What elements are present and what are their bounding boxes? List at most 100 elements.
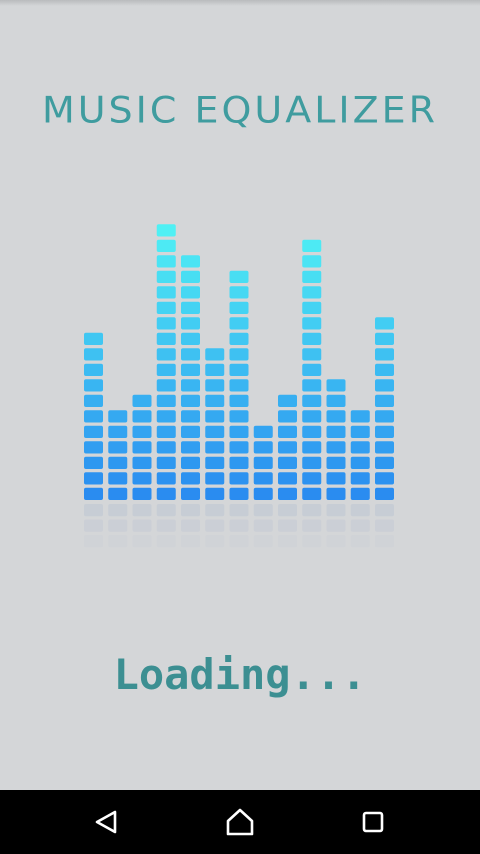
equalizer-segment (156, 224, 176, 237)
equalizer-segment (229, 348, 249, 361)
equalizer-segment (302, 379, 322, 392)
equalizer-segment (350, 410, 370, 423)
equalizer-reflection (229, 519, 249, 532)
equalizer-segment (132, 472, 152, 485)
equalizer-segment (181, 363, 200, 376)
equalizer-segment (229, 487, 249, 500)
equalizer-segment (108, 441, 128, 454)
equalizer-segment (278, 456, 297, 469)
equalizer-segment (326, 441, 346, 454)
equalizer-segment (181, 255, 200, 268)
equalizer-segment (278, 410, 297, 423)
equalizer-segment (84, 394, 103, 407)
equalizer-segment (278, 394, 297, 407)
equalizer-segment (375, 487, 394, 500)
equalizer-segment (84, 332, 103, 345)
equalizer-segment (84, 410, 103, 423)
equalizer-reflection (156, 519, 176, 532)
equalizer-segment (350, 487, 370, 500)
equalizer-segment (229, 363, 249, 376)
equalizer-segment (205, 410, 225, 423)
back-triangle-icon (95, 810, 117, 834)
equalizer-segment (326, 379, 346, 392)
equalizer-reflection (302, 504, 322, 517)
equalizer-segment (253, 472, 273, 485)
equalizer-segment (302, 394, 322, 407)
equalizer-reflection (205, 535, 225, 548)
equalizer-segment (156, 301, 176, 314)
equalizer-reflection (326, 519, 346, 532)
equalizer-reflection (132, 535, 152, 548)
equalizer-reflection (84, 504, 103, 517)
equalizer-segment (132, 487, 152, 500)
back-button[interactable] (86, 802, 126, 842)
equalizer-segment (326, 394, 346, 407)
equalizer-segment (181, 425, 200, 438)
equalizer-segment (181, 472, 200, 485)
equalizer-segment (375, 394, 394, 407)
navigation-bar (0, 790, 480, 854)
equalizer-segment (84, 425, 103, 438)
equalizer-reflection (132, 504, 152, 517)
equalizer-segment (132, 456, 152, 469)
equalizer-segment (350, 425, 370, 438)
equalizer-segment (181, 317, 200, 330)
equalizer-reflection (205, 519, 225, 532)
equalizer-segment (181, 348, 200, 361)
equalizer-segment (302, 410, 322, 423)
equalizer-segment (375, 441, 394, 454)
recents-square-icon (362, 811, 384, 833)
equalizer-segment (350, 441, 370, 454)
home-button[interactable] (220, 802, 260, 842)
equalizer-segment (108, 456, 128, 469)
equalizer-segment (302, 487, 322, 500)
equalizer-segment (302, 363, 322, 376)
equalizer-segment (229, 472, 249, 485)
equalizer-segment (302, 286, 322, 299)
equalizer-segment (326, 456, 346, 469)
equalizer-segment (229, 301, 249, 314)
equalizer-segment (302, 456, 322, 469)
equalizer-segment (181, 270, 200, 283)
recents-button[interactable] (353, 802, 393, 842)
equalizer-segment (302, 441, 322, 454)
equalizer-reflection (278, 535, 297, 548)
equalizer-segment (302, 301, 322, 314)
equalizer-segment (156, 441, 176, 454)
splash-screen: MUSIC EQUALIZER Loading... (0, 0, 480, 854)
app-title: MUSIC EQUALIZER (41, 89, 439, 131)
loading-text: Loading... (113, 650, 367, 699)
equalizer-segment (375, 363, 394, 376)
equalizer-segment (156, 394, 176, 407)
equalizer-segment (156, 317, 176, 330)
equalizer-segment (132, 410, 152, 423)
equalizer-reflection (350, 535, 370, 548)
equalizer-segment (278, 441, 297, 454)
equalizer-reflection (253, 504, 273, 517)
equalizer-reflection (108, 504, 128, 517)
equalizer-segment (108, 410, 128, 423)
equalizer-segment (181, 441, 200, 454)
equalizer-segment (229, 441, 249, 454)
equalizer-segment (302, 472, 322, 485)
equalizer-segment (375, 456, 394, 469)
equalizer-segment (302, 317, 322, 330)
equalizer-segment (375, 332, 394, 345)
equalizer-segment (108, 472, 128, 485)
equalizer-segment (84, 379, 103, 392)
equalizer-segment (375, 348, 394, 361)
equalizer-segment (302, 348, 322, 361)
equalizer-segment (84, 363, 103, 376)
equalizer-segment (132, 425, 152, 438)
equalizer-segment (108, 487, 128, 500)
equalizer-segment (302, 239, 322, 252)
equalizer-segment (302, 332, 322, 345)
equalizer-reflection (253, 519, 273, 532)
equalizer-segment (253, 441, 273, 454)
equalizer-segment (181, 301, 200, 314)
equalizer-segment (181, 456, 200, 469)
equalizer-segment (156, 239, 176, 252)
equalizer-reflection (326, 535, 346, 548)
equalizer-segment (302, 255, 322, 268)
equalizer-segment (205, 456, 225, 469)
